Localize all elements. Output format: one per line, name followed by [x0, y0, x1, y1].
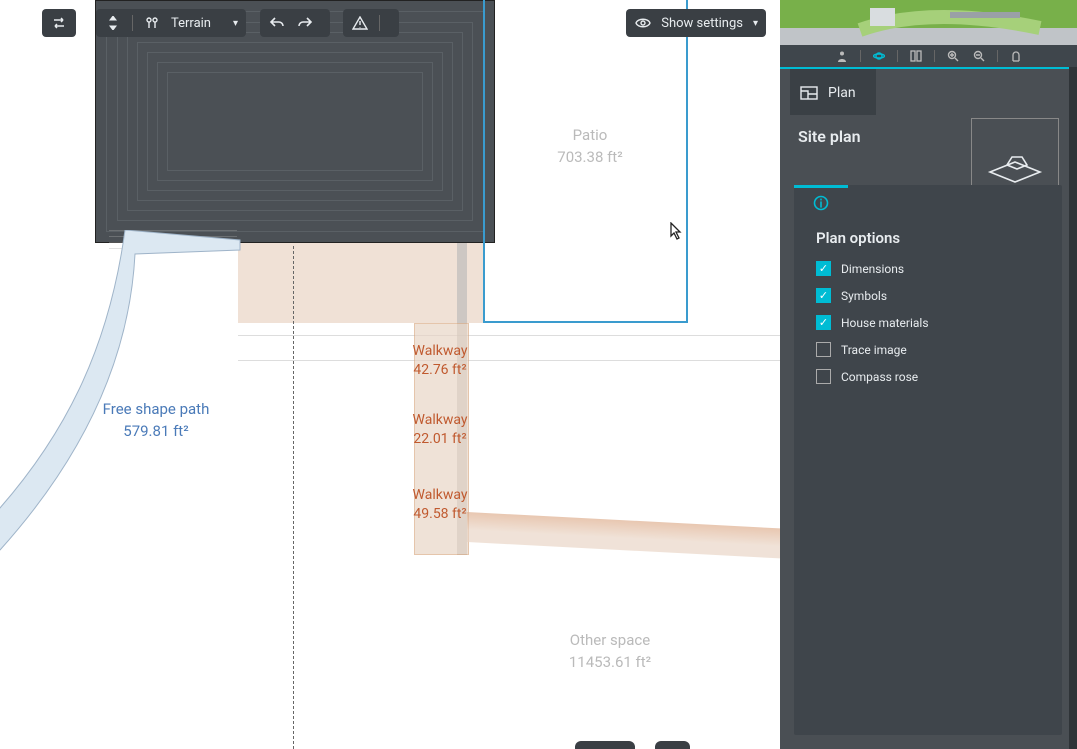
- option-label: Dimensions: [841, 262, 904, 276]
- right-panel: Plan Site plan Plan options ✓Dimensions✓…: [780, 0, 1077, 749]
- plan-canvas[interactable]: Patio 703.38 ft² Walkway 42.76 ft² Walkw…: [0, 0, 780, 749]
- chevron-down-icon: ▾: [233, 18, 238, 29]
- plan-tab-row: Plan: [780, 67, 1077, 115]
- terrain-pin-icon: [143, 14, 161, 32]
- show-settings-dropdown[interactable]: Show settings ▾: [626, 9, 766, 37]
- option-label: Symbols: [841, 289, 887, 303]
- bottom-pill-1[interactable]: [575, 741, 635, 749]
- plan-icon: [800, 86, 818, 100]
- preview-3d[interactable]: [780, 0, 1077, 45]
- boundary-line: [238, 335, 780, 361]
- checkbox[interactable]: [816, 342, 831, 357]
- plan-tab-label: Plan: [828, 85, 856, 101]
- info-icon: [813, 195, 829, 211]
- show-settings-label: Show settings: [661, 16, 743, 31]
- warning-triangle-icon: [351, 14, 369, 32]
- swap-icon: [50, 14, 68, 32]
- walkway-label-2: Walkway 22.01 ft²: [400, 412, 480, 447]
- orbit-view-icon[interactable]: [871, 48, 887, 64]
- preview-toolbar: [780, 45, 1077, 67]
- pointer-cursor-icon: [667, 222, 683, 247]
- checkbox[interactable]: ✓: [816, 261, 831, 276]
- checkbox[interactable]: [816, 369, 831, 384]
- redo-button[interactable]: [296, 14, 314, 32]
- mode-label: Terrain: [171, 16, 211, 31]
- patio-label: Patio 703.38 ft²: [540, 126, 640, 166]
- mode-dropdown[interactable]: Terrain ▾: [96, 9, 246, 37]
- zoom-out-icon[interactable]: [971, 48, 987, 64]
- option-label: House materials: [841, 316, 929, 330]
- option-compass-rose[interactable]: Compass rose: [816, 369, 1048, 384]
- right-scrollbar[interactable]: [1069, 67, 1077, 749]
- option-label: Compass rose: [841, 370, 918, 384]
- plan-options-info-tab[interactable]: [794, 185, 848, 217]
- walkway-band[interactable]: [467, 512, 780, 558]
- checkbox[interactable]: ✓: [816, 288, 831, 303]
- undo-redo-group: [260, 9, 330, 37]
- option-label: Trace image: [841, 343, 907, 357]
- bottom-pill-2[interactable]: [655, 741, 690, 749]
- undo-button[interactable]: [268, 14, 286, 32]
- align-view-icon[interactable]: [908, 48, 924, 64]
- lock-view-icon[interactable]: [1008, 48, 1024, 64]
- option-trace-image[interactable]: Trace image: [816, 342, 1048, 357]
- free-shape-path[interactable]: [0, 230, 280, 560]
- person-view-icon[interactable]: [834, 48, 850, 64]
- plan-options-panel: Plan options ✓ Dimensions ✓ Symbols ✓ House m…: [794, 185, 1062, 735]
- walkway-label-3: Walkway 49.58 ft²: [400, 487, 480, 522]
- vertical-drag-icon: [104, 14, 122, 32]
- zoom-in-icon[interactable]: [945, 48, 961, 64]
- walkway-label-1: Walkway 42.76 ft²: [400, 343, 480, 378]
- chevron-down-icon: ▾: [753, 18, 758, 29]
- checkbox[interactable]: ✓: [816, 315, 831, 330]
- eye-icon: [634, 14, 651, 32]
- swap-view-button[interactable]: [42, 9, 76, 37]
- other-space-label: Other space 11453.61 ft²: [510, 631, 710, 671]
- dashed-guide: [293, 246, 294, 749]
- warnings-button[interactable]: [343, 9, 399, 37]
- free-shape-path-label: Free shape path 579.81 ft²: [56, 400, 256, 440]
- option-dimensions[interactable]: ✓ Dimensions: [816, 261, 1048, 276]
- option-house-materials[interactable]: ✓ House materials: [816, 315, 1048, 330]
- site-plan-title: Site plan: [780, 115, 861, 146]
- plan-tab[interactable]: Plan: [790, 69, 876, 117]
- plan-options-title: Plan options: [816, 229, 1048, 247]
- option-symbols[interactable]: ✓ Symbols: [816, 288, 1048, 303]
